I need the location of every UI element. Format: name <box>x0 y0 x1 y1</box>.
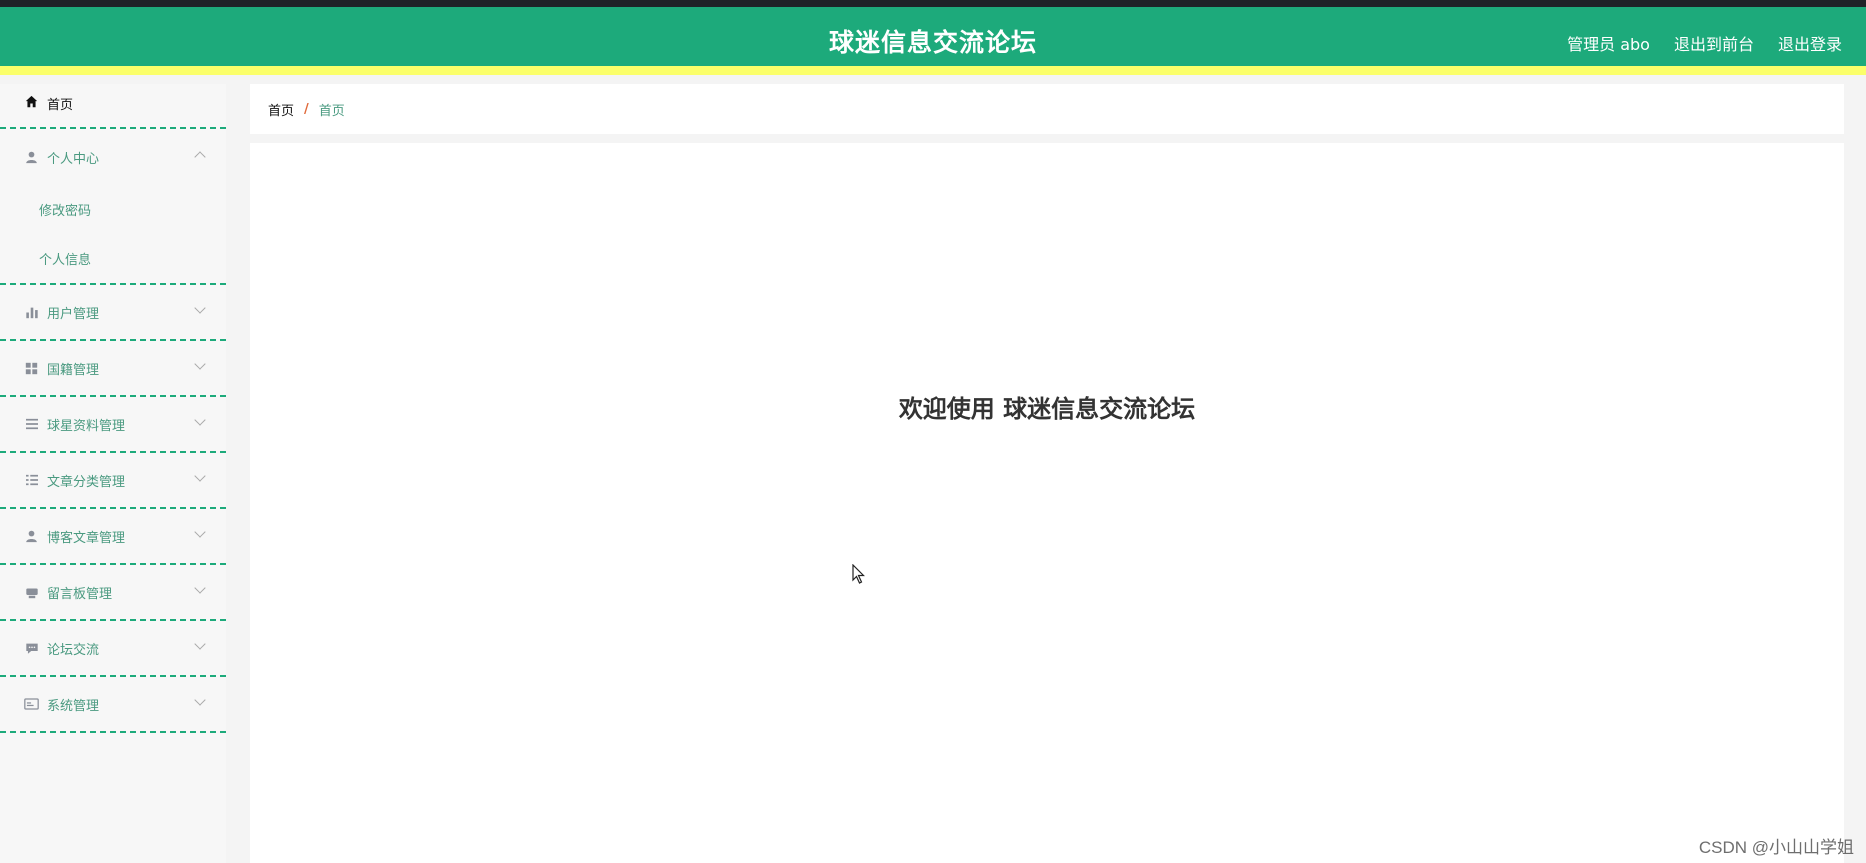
sidebar-item-home[interactable]: 首页 <box>0 84 226 129</box>
breadcrumb: 首页 / 首页 <box>250 84 1844 134</box>
sidebar-item-label: 个人中心 <box>47 151 100 167</box>
exit-to-front-link[interactable]: 退出到前台 <box>1674 31 1754 55</box>
grid-icon <box>24 361 39 376</box>
welcome-message: 欢迎使用 球迷信息交流论坛 <box>898 395 1196 423</box>
sidebar-item-label: 博客文章管理 <box>47 530 126 546</box>
breadcrumb-separator: / <box>304 101 309 117</box>
sidebar-subitem-change-password[interactable]: 修改密码 <box>0 185 226 234</box>
bar-chart-icon <box>24 305 39 320</box>
window-top-strip <box>0 0 1866 7</box>
chevron-down-icon[interactable] <box>194 302 206 314</box>
chat-icon <box>24 641 39 656</box>
sidebar-item-label: 用户管理 <box>47 306 100 322</box>
breadcrumb-current: 首页 <box>318 103 345 119</box>
sidebar-menu: 首页 个人中心 修改密码 个人信息 用户管理 国籍管理 球星资料管理 文章分类管… <box>0 84 226 863</box>
sidebar-item-system-management[interactable]: 系统管理 <box>0 677 226 733</box>
sidebar-item-player-profiles[interactable]: 球星资料管理 <box>0 397 226 453</box>
sidebar-item-forum[interactable]: 论坛交流 <box>0 621 226 677</box>
sidebar-group-personal: 个人中心 修改密码 个人信息 <box>0 129 226 285</box>
sidebar-item-label: 首页 <box>47 98 74 113</box>
main-content: 欢迎使用 球迷信息交流论坛 <box>250 143 1844 863</box>
chevron-down-icon[interactable] <box>194 694 206 706</box>
user-icon <box>24 529 39 544</box>
chevron-up-icon[interactable] <box>194 151 206 163</box>
watermark: CSDN @小山山学姐 <box>1698 838 1854 857</box>
list-icon <box>24 473 39 488</box>
card-icon <box>24 697 39 712</box>
header-actions: 管理员 abo 退出到前台 退出登录 <box>1567 31 1842 55</box>
sidebar-item-label: 文章分类管理 <box>47 474 126 490</box>
user-icon <box>24 150 39 165</box>
home-icon <box>24 94 39 109</box>
list-icon <box>24 417 39 432</box>
sidebar-submenu-personal: 修改密码 个人信息 <box>0 185 226 285</box>
app-header: 球迷信息交流论坛 管理员 abo 退出到前台 退出登录 <box>0 7 1866 75</box>
sidebar-item-user-management[interactable]: 用户管理 <box>0 285 226 341</box>
sidebar-subitem-personal-info[interactable]: 个人信息 <box>0 234 226 283</box>
mouse-cursor-icon <box>852 564 865 584</box>
chevron-down-icon[interactable] <box>194 358 206 370</box>
printer-icon <box>24 585 39 600</box>
breadcrumb-root[interactable]: 首页 <box>268 100 294 119</box>
sidebar-item-blog-articles[interactable]: 博客文章管理 <box>0 509 226 565</box>
chevron-down-icon[interactable] <box>194 470 206 482</box>
sidebar-item-label: 系统管理 <box>47 698 100 714</box>
sidebar-item-article-category[interactable]: 文章分类管理 <box>0 453 226 509</box>
current-user-label: 管理员 abo <box>1567 35 1650 54</box>
chevron-down-icon[interactable] <box>194 638 206 650</box>
sidebar-item-label: 留言板管理 <box>47 586 113 602</box>
sidebar-item-nationality-management[interactable]: 国籍管理 <box>0 341 226 397</box>
sidebar-item-personal-center[interactable]: 个人中心 <box>0 129 226 185</box>
chevron-down-icon[interactable] <box>194 414 206 426</box>
chevron-down-icon[interactable] <box>194 526 206 538</box>
sidebar-item-message-board[interactable]: 留言板管理 <box>0 565 226 621</box>
logout-link[interactable]: 退出登录 <box>1778 31 1842 55</box>
sidebar-item-label: 论坛交流 <box>47 642 100 658</box>
sidebar-item-label: 国籍管理 <box>47 362 100 378</box>
chevron-down-icon[interactable] <box>194 582 206 594</box>
sidebar-item-label: 球星资料管理 <box>47 418 126 434</box>
